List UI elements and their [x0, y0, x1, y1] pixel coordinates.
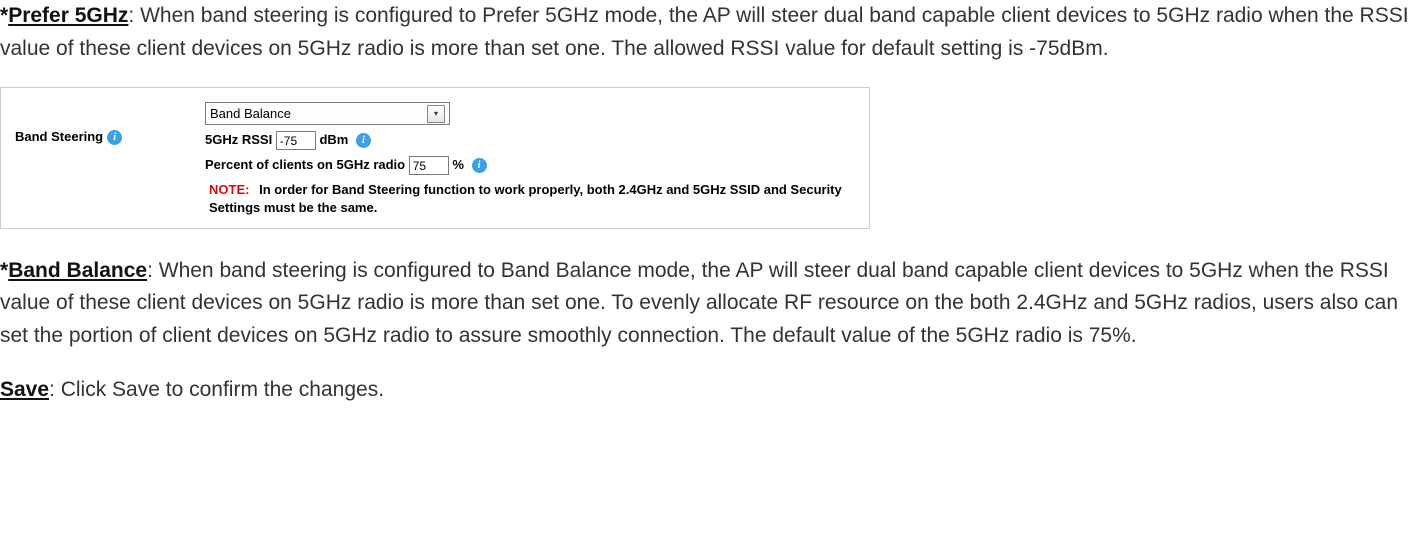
select-value-text: Band Balance [210, 105, 291, 123]
paragraph-save: Save: Click Save to confirm the changes. [0, 374, 1409, 407]
percent-label: Percent of clients on 5GHz radio [205, 157, 405, 172]
paragraph-band-balance: *Band Balance: When band steering is con… [0, 255, 1409, 353]
note-text: In order for Band Steering function to w… [209, 182, 842, 215]
chevron-down-icon: ▾ [427, 105, 445, 123]
note-row: NOTE: In order for Band Steering functio… [205, 181, 855, 217]
asterisk: * [0, 4, 8, 27]
info-icon[interactable]: i [107, 130, 122, 145]
body-save: : Click Save to confirm the changes. [49, 378, 384, 401]
rssi-row: 5GHz RSSI dBm i [205, 131, 855, 150]
mode-select-row: Band Balance ▾ [205, 102, 855, 125]
band-steering-label: Band Steering [15, 128, 103, 146]
band-steering-panel: Band Steering i Band Balance ▾ 5GHz RSSI… [0, 87, 870, 229]
band-steering-mode-select[interactable]: Band Balance ▾ [205, 102, 450, 125]
percent-row: Percent of clients on 5GHz radio % i [205, 156, 855, 175]
band-steering-content: Band Balance ▾ 5GHz RSSI dBm i Percent o… [205, 102, 855, 218]
percent-unit: % [452, 157, 464, 172]
info-icon[interactable]: i [356, 133, 371, 148]
body-prefer-5ghz: : When band steering is configured to Pr… [0, 4, 1409, 60]
info-icon[interactable]: i [472, 158, 487, 173]
band-steering-left-column: Band Steering i [15, 102, 205, 146]
paragraph-prefer-5ghz: *Prefer 5GHz: When band steering is conf… [0, 0, 1409, 65]
note-label: NOTE: [209, 182, 255, 197]
heading-save: Save [0, 378, 49, 401]
heading-prefer-5ghz: Prefer 5GHz [8, 4, 128, 27]
rssi-label: 5GHz RSSI [205, 132, 272, 147]
percent-input[interactable] [409, 156, 449, 175]
rssi-unit: dBm [319, 132, 348, 147]
rssi-input[interactable] [276, 131, 316, 150]
asterisk: * [0, 259, 8, 282]
heading-band-balance: Band Balance [8, 259, 147, 282]
body-band-balance: : When band steering is configured to Ba… [0, 259, 1398, 347]
